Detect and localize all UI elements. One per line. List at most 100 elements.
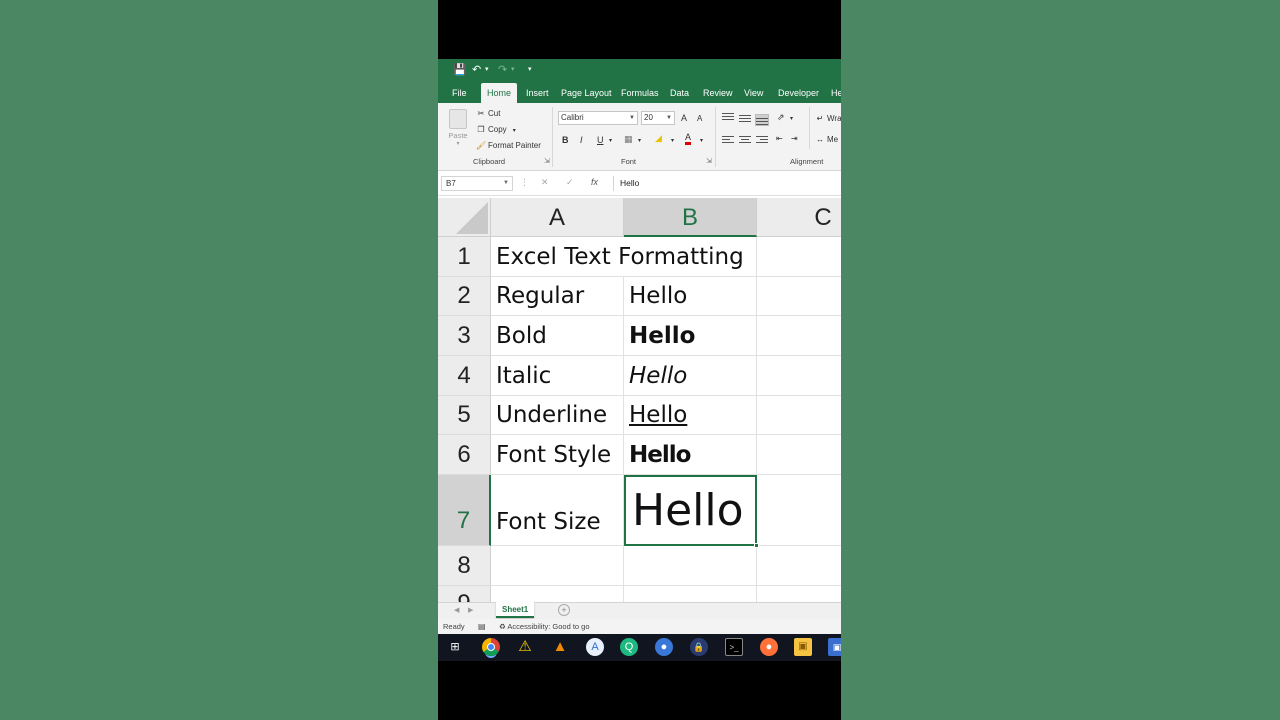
- cell-c3[interactable]: [757, 316, 841, 356]
- insert-function-button[interactable]: fx: [591, 177, 598, 187]
- cell-b7-active[interactable]: Hello: [624, 475, 757, 546]
- cell-a4[interactable]: Italic: [491, 356, 624, 396]
- macro-record-icon[interactable]: ▤: [478, 619, 486, 635]
- tab-data[interactable]: Data: [670, 83, 689, 103]
- row-header[interactable]: 8: [438, 546, 491, 586]
- windows-start-icon[interactable]: ⊞: [446, 638, 464, 656]
- undo-dropdown-icon[interactable]: ▾: [485, 63, 489, 77]
- align-left-icon[interactable]: [722, 136, 734, 146]
- app-store-icon[interactable]: A: [586, 638, 604, 656]
- cell-b1[interactable]: [624, 237, 757, 277]
- lock-app-icon[interactable]: 🔒: [690, 638, 708, 656]
- cell-c2[interactable]: [757, 277, 841, 316]
- redo-icon[interactable]: ↷: [498, 63, 507, 77]
- column-header-c[interactable]: C: [757, 198, 841, 237]
- cell-b8[interactable]: [624, 546, 757, 586]
- underline-dropdown-icon[interactable]: ▾: [609, 135, 612, 147]
- tab-file[interactable]: File: [452, 83, 467, 103]
- row-header[interactable]: 5: [438, 396, 491, 435]
- cancel-icon[interactable]: ✕: [541, 177, 549, 188]
- row-header[interactable]: 1: [438, 237, 491, 277]
- scroll-right-icon[interactable]: ▶: [468, 606, 473, 614]
- firefox-icon[interactable]: ●: [760, 638, 778, 656]
- column-header-a[interactable]: A: [491, 198, 624, 237]
- undo-icon[interactable]: ↶: [472, 63, 481, 77]
- cell-c6[interactable]: [757, 435, 841, 475]
- redo-dropdown-icon[interactable]: ▾: [511, 63, 515, 77]
- fill-color-icon[interactable]: ◢: [655, 132, 662, 144]
- browser-icon[interactable]: ●: [655, 638, 673, 656]
- row-header[interactable]: 2: [438, 277, 491, 316]
- underline-button[interactable]: U: [597, 134, 604, 146]
- fill-color-dropdown-icon[interactable]: ▾: [671, 135, 674, 147]
- row-header[interactable]: 6: [438, 435, 491, 475]
- scroll-left-icon[interactable]: ◀: [454, 606, 459, 614]
- row-header[interactable]: 9: [438, 586, 491, 603]
- align-center-icon[interactable]: [739, 136, 751, 146]
- tab-developer[interactable]: Developer: [778, 83, 819, 103]
- enter-icon[interactable]: ✓: [566, 177, 574, 188]
- cell-a6[interactable]: Font Style: [491, 435, 624, 475]
- grow-font-button[interactable]: A: [681, 112, 687, 124]
- increase-indent-icon[interactable]: ⇥: [791, 133, 798, 145]
- cell-a1[interactable]: Excel Text Formatting: [491, 237, 744, 277]
- orientation-icon[interactable]: ⇗: [777, 111, 785, 123]
- align-middle-icon[interactable]: [739, 115, 751, 125]
- cell-b6[interactable]: Hello: [624, 435, 757, 475]
- bold-button[interactable]: B: [562, 134, 569, 146]
- cell-b3[interactable]: Hello: [624, 316, 757, 356]
- font-size-select[interactable]: 20 ▼: [641, 111, 675, 125]
- cell-c4[interactable]: [757, 356, 841, 396]
- vlc-icon[interactable]: ▲: [551, 638, 569, 656]
- cell-c1[interactable]: [757, 237, 841, 277]
- cell-a8[interactable]: [491, 546, 624, 586]
- copy-dropdown-icon[interactable]: ▾: [513, 128, 516, 134]
- copy-button[interactable]: ❐ Copy ▾: [476, 124, 516, 137]
- save-icon[interactable]: 💾: [453, 63, 467, 77]
- italic-button[interactable]: I: [580, 134, 583, 146]
- orientation-dropdown-icon[interactable]: ▾: [790, 113, 793, 125]
- row-header[interactable]: 4: [438, 356, 491, 396]
- row-header[interactable]: 3: [438, 316, 491, 356]
- cell-b2[interactable]: Hello: [624, 277, 757, 316]
- row-header-selected[interactable]: 7: [438, 475, 491, 546]
- cell-c7[interactable]: [757, 475, 841, 546]
- search-app-icon[interactable]: Q: [620, 638, 638, 656]
- fill-handle[interactable]: [754, 543, 759, 548]
- font-color-dropdown-icon[interactable]: ▾: [700, 135, 703, 147]
- tab-view[interactable]: View: [744, 83, 763, 103]
- warning-icon[interactable]: ⚠: [516, 638, 534, 656]
- borders-dropdown-icon[interactable]: ▾: [638, 135, 641, 147]
- font-launcher-icon[interactable]: ⇲: [706, 157, 712, 165]
- borders-icon[interactable]: ▦: [624, 133, 633, 145]
- tab-insert[interactable]: Insert: [526, 83, 549, 103]
- cell-b9[interactable]: [624, 586, 757, 603]
- cell-a2[interactable]: Regular: [491, 277, 624, 316]
- align-bottom-icon[interactable]: [755, 114, 769, 126]
- tab-help[interactable]: He: [831, 83, 841, 103]
- align-top-icon[interactable]: [722, 113, 734, 123]
- name-box[interactable]: B7 ▼: [441, 176, 513, 191]
- formula-input[interactable]: Hello: [613, 176, 841, 191]
- sheet-tab-sheet1[interactable]: Sheet1: [496, 602, 535, 618]
- decrease-indent-icon[interactable]: ⇤: [776, 133, 783, 145]
- format-painter-button[interactable]: 🖌 Format Painter: [476, 140, 541, 152]
- cell-c9[interactable]: [757, 586, 841, 603]
- terminal-icon[interactable]: >_: [725, 638, 743, 656]
- cell-a9[interactable]: [491, 586, 624, 603]
- accessibility-status[interactable]: ♻ Accessibility: Good to go: [499, 619, 590, 635]
- font-color-button[interactable]: A: [685, 132, 692, 145]
- remote-desktop-icon[interactable]: ▣: [828, 638, 841, 656]
- select-all-button[interactable]: [438, 198, 491, 237]
- cell-a5[interactable]: Underline: [491, 396, 624, 435]
- tab-page-layout[interactable]: Page Layout: [561, 83, 612, 103]
- customize-qat-icon[interactable]: ▾: [528, 63, 532, 77]
- cell-c8[interactable]: [757, 546, 841, 586]
- cell-a7[interactable]: Font Size: [491, 475, 624, 546]
- paste-button[interactable]: Paste ▾: [446, 109, 470, 147]
- align-right-icon[interactable]: [756, 136, 768, 146]
- cell-b5[interactable]: Hello: [624, 396, 757, 435]
- chrome-icon[interactable]: [482, 638, 500, 656]
- add-sheet-icon[interactable]: +: [558, 604, 570, 616]
- cell-b4[interactable]: Hello: [624, 356, 757, 396]
